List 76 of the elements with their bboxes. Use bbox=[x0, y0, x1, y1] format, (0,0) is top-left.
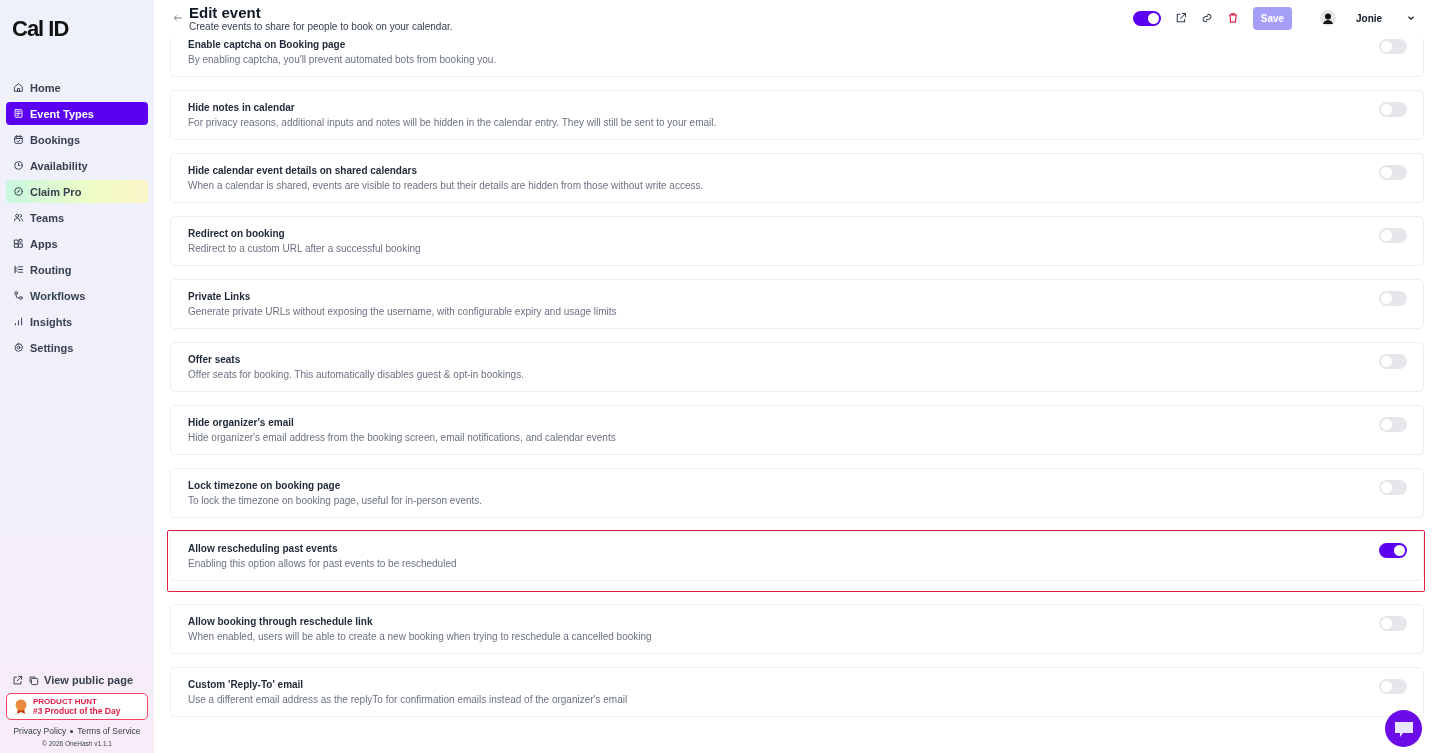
badge-icon bbox=[13, 186, 24, 197]
sidebar-item[interactable]: Routing bbox=[6, 258, 148, 281]
toggle-switch[interactable] bbox=[1379, 616, 1407, 631]
toggle-switch[interactable] bbox=[1379, 480, 1407, 495]
footer-link[interactable]: Terms of Service bbox=[77, 726, 141, 736]
setting-title: Hide notes in calendar bbox=[188, 102, 296, 113]
sidebar-item[interactable]: Settings bbox=[6, 336, 148, 359]
footer-link[interactable]: Privacy Policy bbox=[13, 726, 67, 736]
setting-description: For privacy reasons, additional inputs and notes will be hidden in the calendar entry. They will still be sent to your email. bbox=[188, 117, 718, 128]
product-hunt-badge[interactable]: PRODUCT HUNT #3 Product of the Day bbox=[6, 693, 148, 720]
setting-description: By enabling captcha, you'll prevent automated bots from booking you. bbox=[188, 54, 498, 65]
avatar-icon[interactable] bbox=[1320, 10, 1336, 26]
medal-icon bbox=[15, 699, 27, 714]
setting-description: Redirect to a custom URL after a successful booking bbox=[188, 243, 422, 254]
chart-icon bbox=[13, 316, 24, 327]
sidebar-item[interactable]: Availability bbox=[6, 154, 148, 177]
copy-icon[interactable] bbox=[28, 674, 39, 686]
user-name[interactable]: Jonie bbox=[1356, 12, 1406, 24]
badge-overline: PRODUCT HUNT bbox=[33, 697, 98, 706]
toggle-switch[interactable] bbox=[1379, 354, 1407, 369]
setting-title: Redirect on booking bbox=[188, 228, 286, 239]
setting-description: Enabling this option allows for past events to be rescheduled bbox=[188, 558, 458, 569]
setting-title: Enable captcha on Booking page bbox=[188, 39, 347, 50]
settings-icon bbox=[13, 342, 24, 353]
toggle-switch[interactable] bbox=[1379, 417, 1407, 432]
setting-title: Hide organizer's email bbox=[188, 417, 295, 428]
view-public-page-link[interactable]: View public page bbox=[44, 674, 134, 686]
sidebar-item[interactable]: Insights bbox=[6, 310, 148, 333]
toggle-switch[interactable] bbox=[1379, 102, 1407, 117]
sidebar-item[interactable]: Home bbox=[6, 76, 148, 99]
setting-description: Generate private URLs without exposing the username, with configurable expiry and usage limits bbox=[188, 306, 618, 317]
setting-description: To lock the timezone on booking page, useful for in-person events. bbox=[188, 495, 484, 506]
home-icon bbox=[13, 82, 24, 93]
sidebar-item[interactable]: Bookings bbox=[6, 128, 148, 151]
toggle-switch[interactable] bbox=[1379, 165, 1407, 180]
sidebar-item[interactable]: Event Types bbox=[6, 102, 148, 125]
chat-icon bbox=[1393, 719, 1414, 738]
logo: Cal ID bbox=[12, 16, 69, 42]
setting-title: Allow rescheduling past events bbox=[188, 543, 339, 554]
setting-description: When enabled, users will be able to create a new booking when trying to reschedule a cancelled booking bbox=[188, 631, 653, 642]
calendar-icon bbox=[13, 134, 24, 145]
setting-description: Offer seats for booking. This automatically disables guest & opt-in bookings. bbox=[188, 369, 525, 380]
toggle-switch[interactable] bbox=[1379, 679, 1407, 694]
sidebar-item[interactable]: Claim Pro bbox=[6, 180, 148, 203]
workflow-icon bbox=[13, 290, 24, 301]
external-link-icon[interactable] bbox=[1175, 12, 1187, 24]
setting-description: Hide organizer's email address from the booking screen, email notifications, and calendar events bbox=[188, 432, 617, 443]
apps-icon bbox=[13, 238, 24, 249]
setting-title: Offer seats bbox=[188, 354, 242, 365]
page-title: Edit event bbox=[189, 4, 262, 21]
page-subtitle: Create events to share for people to book on your calendar. bbox=[189, 21, 453, 32]
setting-title: Custom 'Reply-To' email bbox=[188, 679, 305, 690]
users-icon bbox=[13, 212, 24, 223]
setting-title: Lock timezone on booking page bbox=[188, 480, 342, 491]
external-link-icon[interactable] bbox=[12, 674, 23, 686]
toggle-switch[interactable] bbox=[1379, 291, 1407, 306]
back-arrow-icon[interactable] bbox=[173, 13, 183, 23]
setting-description: When a calendar is shared, events are visible to readers but their details are hidden from those without write access. bbox=[188, 180, 705, 191]
setting-title: Hide calendar event details on shared calendars bbox=[188, 165, 418, 176]
toggle-switch[interactable] bbox=[1379, 543, 1407, 558]
toggle-switch[interactable] bbox=[1379, 39, 1407, 54]
link-icon[interactable] bbox=[1201, 12, 1213, 24]
trash-icon[interactable] bbox=[1227, 12, 1239, 24]
chat-button[interactable] bbox=[1385, 710, 1422, 747]
badge-title: #3 Product of the Day bbox=[33, 706, 121, 716]
sidebar-item[interactable]: Apps bbox=[6, 232, 148, 255]
setting-title: Allow booking through reschedule link bbox=[188, 616, 374, 627]
setting-description: Use a different email address as the replyTo for confirmation emails instead of the organizer's email bbox=[188, 694, 629, 705]
events-icon bbox=[13, 108, 24, 119]
sidebar-item[interactable]: Workflows bbox=[6, 284, 148, 307]
toggle-switch[interactable] bbox=[1133, 10, 1161, 26]
toggle-switch[interactable] bbox=[1379, 228, 1407, 243]
sidebar-item[interactable]: Teams bbox=[6, 206, 148, 229]
routing-icon bbox=[13, 264, 24, 275]
setting-title: Private Links bbox=[188, 291, 252, 302]
clock-icon bbox=[13, 160, 24, 171]
